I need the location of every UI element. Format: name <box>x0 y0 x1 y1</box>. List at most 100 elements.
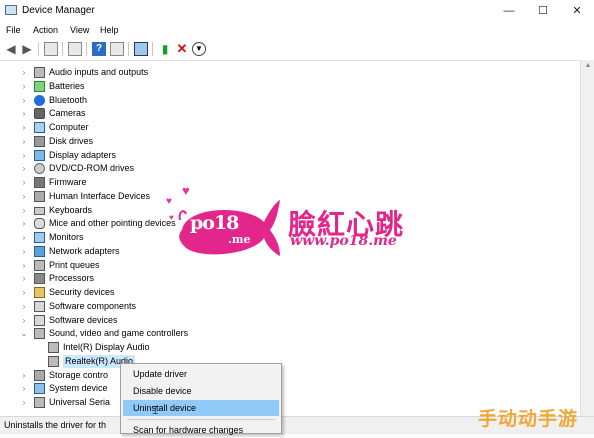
chevron-right-icon[interactable]: › <box>19 382 29 395</box>
printer-icon <box>34 259 45 271</box>
tree-category[interactable]: › Audio inputs and outputs <box>0 66 570 79</box>
chevron-right-icon[interactable]: › <box>19 204 29 217</box>
tree-category[interactable]: › Human Interface Devices <box>0 190 570 203</box>
menu-bar: File Action View Help <box>0 24 594 38</box>
tree-item-label: Batteries <box>49 80 85 91</box>
chevron-down-icon[interactable]: ⌄ <box>19 327 29 340</box>
tree-item-label: Disk drives <box>49 135 94 146</box>
chevron-right-icon[interactable]: › <box>19 231 29 244</box>
tree-item-label: Storage contro <box>49 369 109 380</box>
tree-category[interactable]: › Software devices <box>0 314 570 327</box>
tree-category[interactable]: › Display adapters <box>0 149 570 162</box>
chevron-right-icon[interactable]: › <box>19 369 29 382</box>
menu-file[interactable]: File <box>6 25 21 35</box>
scroll-up-icon[interactable]: ▲ <box>581 62 594 69</box>
help-icon[interactable]: ? <box>92 42 106 56</box>
title-bar: Device Manager — ☐ ✕ <box>0 0 594 22</box>
system-icon <box>34 383 45 395</box>
tree-category[interactable]: › Batteries <box>0 80 570 93</box>
tree-category[interactable]: › Processors <box>0 272 570 285</box>
update-driver-icon[interactable]: ▮ <box>158 42 172 56</box>
properties-icon[interactable] <box>68 42 82 56</box>
tree-category[interactable]: › Security devices <box>0 286 570 299</box>
vertical-scrollbar[interactable]: ▲ <box>580 60 594 416</box>
back-arrow-icon[interactable]: ◀ <box>4 42 18 56</box>
tree-child-item[interactable]: Realtek(R) Audio <box>0 354 570 368</box>
chevron-right-icon[interactable]: › <box>19 107 29 120</box>
usb-icon <box>34 397 45 408</box>
enable-device-icon[interactable]: ▼ <box>192 42 206 56</box>
context-menu: Update driver Disable device Uninstall d… <box>120 363 282 435</box>
minimize-button[interactable]: — <box>492 0 526 22</box>
ctx-uninstall-device[interactable]: Uninstall device <box>123 400 279 416</box>
chevron-right-icon[interactable]: › <box>19 259 29 272</box>
tree-category[interactable]: › Computer <box>0 121 570 134</box>
speaker-icon <box>48 355 59 367</box>
ctx-scan-hardware[interactable]: Scan for hardware changes <box>123 422 279 438</box>
chevron-right-icon[interactable]: › <box>19 272 29 285</box>
tree-category[interactable]: › Storage contro <box>0 369 570 382</box>
chevron-right-icon[interactable]: › <box>19 80 29 93</box>
scan-hardware-icon[interactable] <box>134 42 148 56</box>
toolbar-separator <box>62 42 63 56</box>
toolbar-separator <box>128 42 129 56</box>
uninstall-device-icon[interactable]: ✕ <box>175 42 189 56</box>
component-icon <box>34 314 45 326</box>
tree-category[interactable]: ⌄ Sound, video and game controllers <box>0 327 570 340</box>
chevron-right-icon[interactable]: › <box>19 396 29 409</box>
maximize-button[interactable]: ☐ <box>526 0 560 22</box>
tree-category[interactable]: › Monitors <box>0 231 570 244</box>
tree-item-label: Display adapters <box>49 149 117 160</box>
ctx-update-driver[interactable]: Update driver <box>123 366 279 382</box>
watermark-heart-icon: ♥ <box>169 213 174 222</box>
chevron-right-icon[interactable]: › <box>19 135 29 148</box>
forward-arrow-icon[interactable]: ▶ <box>20 42 34 56</box>
speaker-icon <box>34 328 45 340</box>
view-icon[interactable] <box>110 42 124 56</box>
chevron-right-icon[interactable]: › <box>19 286 29 299</box>
tree-category[interactable]: › System device <box>0 382 570 395</box>
battery-icon <box>34 80 45 92</box>
tree-category[interactable]: › Cameras <box>0 107 570 120</box>
chevron-right-icon[interactable]: › <box>19 245 29 258</box>
ctx-disable-device[interactable]: Disable device <box>123 383 279 399</box>
tree-category[interactable]: › DVD/CD-ROM drives <box>0 162 570 175</box>
tree-item-label: Sound, video and game controllers <box>49 328 189 339</box>
tree-category[interactable]: › Bluetooth <box>0 94 570 107</box>
speaker-icon <box>34 67 45 78</box>
tree-item-label: Processors <box>49 273 95 284</box>
status-text: Uninstalls the driver for th <box>4 420 107 430</box>
speaker-icon <box>48 342 59 353</box>
chevron-right-icon[interactable]: › <box>19 314 29 327</box>
chevron-right-icon[interactable]: › <box>19 190 29 203</box>
tree-category[interactable]: › Software components <box>0 300 570 313</box>
menu-action[interactable]: Action <box>33 25 58 35</box>
tree-category[interactable]: › Mice and other pointing devices <box>0 217 570 230</box>
ctx-separator <box>127 419 275 420</box>
chevron-right-icon[interactable]: › <box>19 121 29 134</box>
tree-category[interactable]: › Print queues <box>0 259 570 272</box>
tree-category[interactable]: › Disk drives <box>0 135 570 148</box>
chevron-right-icon[interactable]: › <box>19 149 29 162</box>
tree-category[interactable]: › Keyboards <box>0 204 570 217</box>
chevron-right-icon[interactable]: › <box>19 300 29 313</box>
tree-category[interactable]: › Network adapters <box>0 245 570 258</box>
watermark-logo-text: po18 <box>190 212 239 234</box>
tree-item-label: Bluetooth <box>49 94 88 105</box>
tree-category[interactable]: › Firmware <box>0 176 570 189</box>
menu-view[interactable]: View <box>70 25 89 35</box>
tree-item-label: Human Interface Devices <box>49 190 151 201</box>
chevron-right-icon[interactable]: › <box>19 162 29 175</box>
chevron-right-icon[interactable]: › <box>19 94 29 107</box>
menu-help[interactable]: Help <box>100 25 119 35</box>
chevron-right-icon[interactable]: › <box>19 176 29 189</box>
toolbar-separator <box>38 42 39 56</box>
show-hide-console-tree-icon[interactable] <box>44 42 58 56</box>
close-button[interactable]: ✕ <box>560 0 594 22</box>
tree-item-label: Software components <box>49 300 137 311</box>
tree-item-label: Network adapters <box>49 245 120 256</box>
tree-child-item[interactable]: Intel(R) Display Audio <box>0 341 570 354</box>
chevron-right-icon[interactable]: › <box>19 66 29 79</box>
tree-item-label: Mice and other pointing devices <box>49 218 176 229</box>
chevron-right-icon[interactable]: › <box>19 217 29 230</box>
